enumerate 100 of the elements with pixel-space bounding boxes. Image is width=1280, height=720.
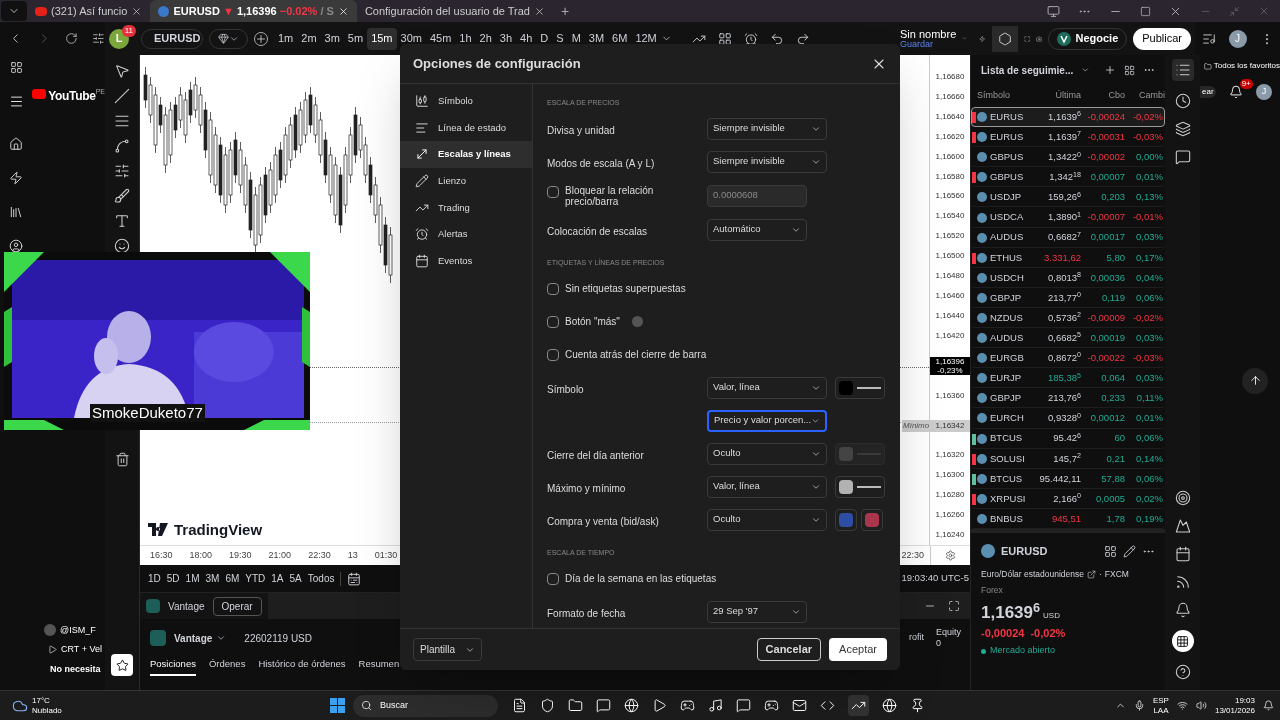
accept-button[interactable]: Aceptar <box>829 638 887 661</box>
range-button[interactable]: 1A <box>271 571 284 586</box>
create-button[interactable]: ear <box>1200 86 1216 98</box>
broker-tab[interactable]: Vantage <box>168 598 205 614</box>
panel-tab[interactable]: Resumen <box>358 657 400 677</box>
cancel-button[interactable]: Cancelar <box>756 638 822 661</box>
account-dropdown[interactable]: Vantage <box>174 630 227 646</box>
browser-tab[interactable]: (321) Así funcio <box>27 0 151 22</box>
interval-button[interactable]: 3h <box>495 27 517 50</box>
interval-button[interactable]: 15m <box>367 27 397 50</box>
change-cell-text: 0,21 <box>1105 451 1125 466</box>
channel-name[interactable]: @ISM_F <box>60 623 96 637</box>
watchlist-row[interactable]: SOLUSI 145,7$^{2}$ 0,21 0,14% <box>971 448 1165 469</box>
interval-button[interactable]: 2m <box>297 27 321 50</box>
video-title[interactable]: CRT + Vel <box>61 643 102 657</box>
price-tick: 1,16240 <box>935 529 965 542</box>
interval-button[interactable]: 3m <box>320 27 344 50</box>
watchlist-row[interactable]: EURCH 0,9328$^{0}$ 0,00012 0,01% <box>971 408 1165 429</box>
watchlist-row[interactable]: EURUS 1,1639$^{6}$ -0,00024 -0,02% <box>971 107 1165 128</box>
interval-button[interactable]: M <box>567 27 585 50</box>
date[interactable]: 13/01/2026 <box>1214 705 1255 716</box>
watchlist-row[interactable]: GBPUS 1,342$^{18}$ 0,00007 0,01% <box>971 167 1165 188</box>
save-link[interactable]: Guardar <box>900 38 957 49</box>
range-button[interactable]: 1D <box>148 571 161 586</box>
keyboard-layout[interactable]: LAA <box>1153 705 1169 716</box>
panel-tab[interactable]: Posiciones <box>150 657 196 677</box>
price-tick: 1,16280 <box>935 489 965 502</box>
panel-tab[interactable]: Histórico de órdenes <box>258 657 346 677</box>
language[interactable]: ESP <box>1152 695 1169 706</box>
bookmarks-folder[interactable]: Todos los favoritos <box>1213 60 1280 72</box>
dropdown[interactable]: Oculto <box>707 508 827 531</box>
template-dropdown[interactable]: Plantilla <box>413 638 483 661</box>
interval-button[interactable]: 12M <box>631 27 661 50</box>
watchlist-row[interactable]: GBPUS 1,3422$^{0}$ -0,00002 0,00% <box>971 147 1165 168</box>
range-button[interactable]: 6M <box>225 571 240 586</box>
nav-item[interactable]: Trading <box>400 194 532 221</box>
column-header[interactable]: Cambi <box>1125 89 1165 103</box>
dropdown[interactable]: Valor, línea <box>707 475 827 498</box>
interval-button[interactable]: S <box>552 27 568 50</box>
browser-tab[interactable]: Configuración del usuario de Trad <box>356 0 553 22</box>
watchlist-row[interactable]: BNBUS 945,51 1,78 0,19% <box>971 508 1165 529</box>
dropdown[interactable]: Automático <box>707 218 807 241</box>
range-button[interactable]: 1M <box>185 571 200 586</box>
range-button[interactable]: 5D <box>166 571 180 586</box>
watchlist-row[interactable]: GBPJP 213,77$^{0}$ 0,119 0,06% <box>971 287 1165 308</box>
interval-button[interactable]: 45m <box>425 27 456 50</box>
dropdown[interactable]: Valor, línea <box>707 376 827 399</box>
watchlist-row[interactable]: AUDUS 0,6682$^{5}$ 0,00019 0,03% <box>971 328 1165 349</box>
column-header[interactable]: Símbolo <box>977 89 1033 103</box>
panel-tab[interactable]: Órdenes <box>208 657 246 677</box>
watchlist-row[interactable]: USDCH 0,8013$^{8}$ 0,00036 0,04% <box>971 267 1165 288</box>
dropdown[interactable]: Oculto <box>707 442 827 465</box>
watchlist-row[interactable]: AUDUS 0,6682$^{7}$ 0,00017 0,03% <box>971 227 1165 248</box>
watchlist-row[interactable]: ETHUS 3.331,62 5,80 0,17% <box>971 247 1165 268</box>
watchlist-row[interactable]: EURUS 1,1639$^{7}$ -0,00031 -0,03% <box>971 127 1165 148</box>
change-percent-cell-text: 0,00% <box>1135 150 1163 165</box>
interval-button[interactable]: 1h <box>455 27 476 50</box>
browser-tab[interactable]: EURUSD ▼ 1,16396 −0.02% / S <box>150 0 357 22</box>
interval-button[interactable]: 5m <box>343 27 368 50</box>
operate-button[interactable]: Operar <box>212 596 262 616</box>
taskbar-search-field[interactable]: Buscar <box>353 694 498 717</box>
nav-item[interactable]: Eventos <box>400 247 532 275</box>
interval-button[interactable]: 1m <box>274 27 298 50</box>
nav-item[interactable]: Lienzo <box>400 167 532 195</box>
interval-button[interactable]: 30m <box>396 27 426 50</box>
nav-item[interactable]: Escalas y líneas <box>400 141 532 168</box>
interval-button[interactable]: 2h <box>475 27 496 50</box>
dropdown[interactable]: 29 Sep '97 <box>707 600 807 623</box>
range-button[interactable]: Todos <box>307 571 335 586</box>
interval-button[interactable]: 3M <box>584 27 609 50</box>
layout-name[interactable]: Sin nombre <box>900 28 957 39</box>
interval-button[interactable]: 6M <box>608 27 632 50</box>
watchlist-row[interactable]: BTCUS 95.442,11 57,88 0,06% <box>971 468 1165 489</box>
new-tab-button[interactable]: + <box>553 0 578 22</box>
column-header[interactable]: Cbo <box>1081 89 1125 103</box>
interval-button[interactable]: D <box>536 27 553 50</box>
account-id: 22602119 USD <box>244 631 312 646</box>
dropdown[interactable]: Siempre invisible <box>707 150 827 173</box>
watchlist-row[interactable]: EURJP 185,38$^{5}$ 0,064 0,03% <box>971 368 1165 389</box>
watchlist-row[interactable]: EURGB 0,8672$^{0}$ -0,00022 -0,03% <box>971 348 1165 369</box>
youtube-logo[interactable]: YouTube <box>48 87 96 105</box>
range-button[interactable]: 3M <box>205 571 220 586</box>
clock[interactable]: 19:03 <box>1234 695 1255 706</box>
range-button[interactable]: 5A <box>289 571 302 586</box>
watchlist-row[interactable]: NZDUS 0,5736$^{2}$ -0,00009 -0,02% <box>971 307 1165 329</box>
watchlist-row[interactable]: XRPUSI 2,166$^{0}$ 0,0005 0,02% <box>971 488 1165 509</box>
watchlist-row[interactable]: USDCA 1,3890$^{1}$ -0,00007 -0,01% <box>971 207 1165 228</box>
interval-button[interactable]: 4h <box>516 27 537 50</box>
watchlist-title[interactable]: Lista de seguimie... <box>981 62 1074 78</box>
publish-button[interactable]: Publicar <box>1133 27 1191 50</box>
dropdown[interactable]: Precio y valor porcen... <box>707 409 827 432</box>
watchlist-row[interactable]: GBPJP 213,76$^{6}$ 0,233 0,11% <box>971 388 1165 409</box>
dropdown[interactable]: Siempre invisible <box>707 117 827 140</box>
range-button[interactable]: YTD <box>245 571 266 586</box>
nav-item[interactable]: Línea de estado <box>400 114 532 142</box>
nav-item[interactable]: Símbolo <box>400 88 532 115</box>
watchlist-row[interactable]: USDJP 159,26$^{6}$ 0,203 0,13% <box>971 187 1165 208</box>
column-header[interactable]: Última <box>1033 89 1081 103</box>
watchlist-row[interactable]: BTCUS 95.42$^{6}$ 60 0,06% <box>971 428 1165 449</box>
nav-item[interactable]: Alertas <box>400 220 532 248</box>
